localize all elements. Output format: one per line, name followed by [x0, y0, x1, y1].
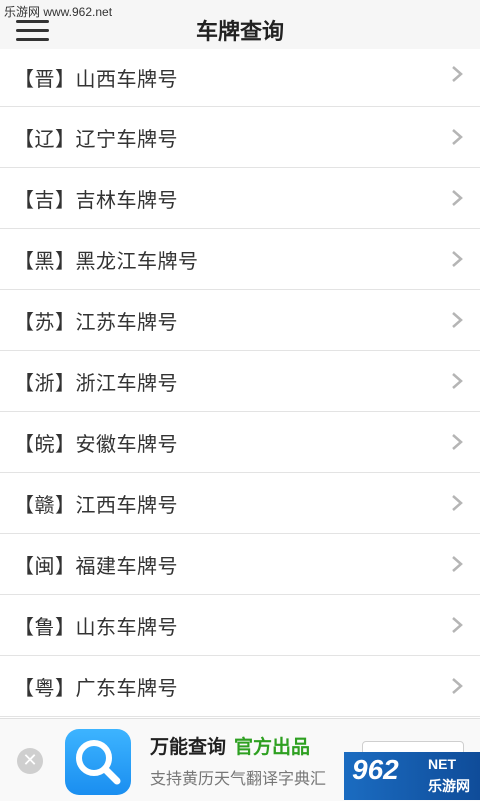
ad-subtitle: 支持黄历天气翻译字典汇 [150, 769, 327, 788]
chevron-right-icon [450, 128, 464, 146]
list-item[interactable]: 【鲁】山东车牌号 [0, 595, 480, 656]
chevron-right-icon [450, 250, 464, 268]
list-item-label: 【吉】吉林车牌号 [14, 187, 178, 212]
chevron-right-icon [450, 311, 464, 329]
list-item-label: 【黑】黑龙江车牌号 [14, 248, 199, 273]
list-item-label: 【粤】广东车牌号 [14, 675, 178, 700]
list-item-label: 【辽】辽宁车牌号 [14, 126, 178, 151]
list-item[interactable]: 【吉】吉林车牌号 [0, 168, 480, 229]
chevron-right-icon [450, 677, 464, 695]
watermark: 乐游网 www.962.net [4, 5, 113, 19]
ad-title: 万能查询 官方出品 [150, 732, 310, 759]
list-item[interactable]: 【苏】江苏车牌号 [0, 290, 480, 351]
list-item-label: 【闽】福建车牌号 [14, 553, 178, 578]
ad-title-accent: 官方出品 [234, 736, 311, 758]
list-item[interactable]: 【赣】江西车牌号 [0, 473, 480, 534]
search-app-icon[interactable] [65, 729, 131, 795]
list-item-label: 【赣】江西车牌号 [14, 492, 178, 517]
chevron-right-icon [450, 65, 464, 83]
list-item[interactable]: 【黑】黑龙江车牌号 [0, 229, 480, 290]
logo-number: 962 [352, 754, 399, 785]
logo-cn: 乐游网 [428, 778, 470, 794]
list-item-label: 【浙】浙江车牌号 [14, 370, 178, 395]
site-logo: 962 NET 乐游网 [344, 752, 480, 800]
list-item-label: 【皖】安徽车牌号 [14, 431, 178, 456]
list-item[interactable]: 【晋】山西车牌号 [0, 49, 480, 107]
close-icon[interactable]: ✕ [17, 748, 43, 774]
plate-region-list: 【晋】山西车牌号 【辽】辽宁车牌号 【吉】吉林车牌号 【黑】黑龙江车牌号 【苏】… [0, 49, 480, 717]
list-item[interactable]: 【辽】辽宁车牌号 [0, 107, 480, 168]
list-item-label: 【苏】江苏车牌号 [14, 309, 178, 334]
chevron-right-icon [450, 433, 464, 451]
chevron-right-icon [450, 555, 464, 573]
list-item[interactable]: 【皖】安徽车牌号 [0, 412, 480, 473]
ad-title-main: 万能查询 [150, 736, 227, 758]
list-item[interactable]: 【浙】浙江车牌号 [0, 351, 480, 412]
list-item-label: 【鲁】山东车牌号 [14, 614, 178, 639]
logo-net: NET [428, 756, 456, 772]
chevron-right-icon [450, 494, 464, 512]
list-item[interactable]: 【粤】广东车牌号 [0, 656, 480, 717]
chevron-right-icon [450, 616, 464, 634]
list-item[interactable]: 【闽】福建车牌号 [0, 534, 480, 595]
list-item-label: 【晋】山西车牌号 [14, 67, 178, 91]
chevron-right-icon [450, 372, 464, 390]
chevron-right-icon [450, 189, 464, 207]
